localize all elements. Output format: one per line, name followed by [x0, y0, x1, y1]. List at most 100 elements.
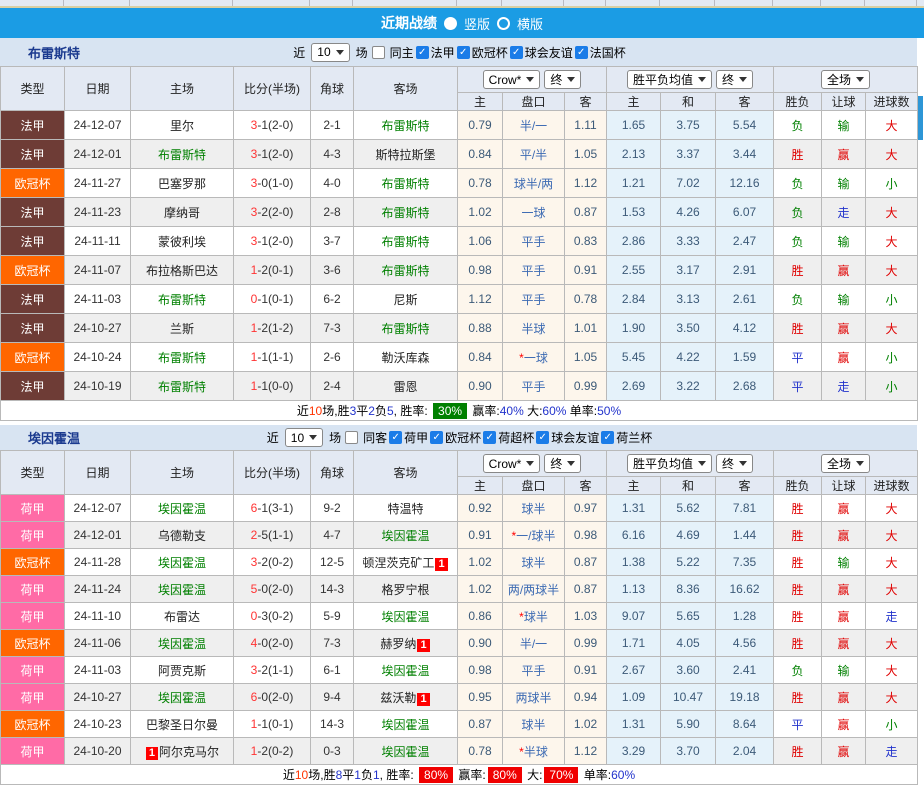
competition-checkbox[interactable]: ✓ — [389, 431, 403, 444]
wdl-result: 胜 — [773, 494, 823, 522]
home-team-cell[interactable]: 埃因霍温 — [130, 548, 234, 576]
home-team-cell[interactable]: 布雷达 — [130, 602, 234, 630]
match-count-select[interactable]: 10 — [284, 428, 324, 447]
home-team-cell[interactable]: 埃因霍温 — [130, 575, 234, 603]
avg-home-odds: 6.16 — [606, 521, 661, 549]
rest-score: -2(2-0) — [257, 205, 294, 219]
scope-select[interactable]: 全场 — [821, 70, 871, 89]
away-team-cell[interactable]: 布雷斯特 — [353, 255, 458, 285]
away-team-cell[interactable]: 斯特拉斯堡 — [353, 139, 458, 169]
away-team-cell[interactable]: 尼斯 — [353, 284, 458, 314]
home-team-cell[interactable]: 布雷斯特 — [130, 139, 234, 169]
scrollbar-thumb[interactable] — [918, 96, 923, 140]
odds-source-select[interactable]: Crow* — [482, 70, 541, 90]
away-team-cell[interactable]: 勒沃库森 — [353, 342, 458, 372]
home-team-cell[interactable]: 里尔 — [130, 110, 234, 140]
competition-label[interactable]: 法甲 — [431, 44, 455, 61]
away-team-cell[interactable]: 雷恩 — [353, 371, 458, 401]
summary-part: 负 — [374, 404, 387, 418]
competition-label[interactable]: 荷超杯 — [498, 429, 534, 446]
competition-checkbox[interactable]: ✓ — [483, 431, 497, 444]
match-count-select[interactable]: 10 — [311, 42, 350, 62]
away-team-name: 布雷斯特 — [381, 205, 430, 220]
same-venue-label[interactable]: 同客 — [363, 429, 387, 446]
handicap-result: 走 — [821, 197, 867, 227]
competition-checkbox[interactable]: ✓ — [601, 431, 615, 444]
competition-checkbox[interactable]: ✓ — [415, 45, 429, 59]
home-team-cell[interactable]: 摩纳哥 — [130, 197, 234, 227]
competition-checkbox[interactable]: ✓ — [536, 431, 550, 444]
competition-label[interactable]: 欧冠杯 — [445, 429, 481, 446]
same-venue-label[interactable]: 同主 — [390, 44, 414, 61]
home-team-cell[interactable]: 阿贾克斯 — [130, 656, 234, 684]
league-badge: 法甲 — [0, 313, 65, 343]
home-team-cell[interactable]: 巴塞罗那 — [130, 168, 234, 198]
odds-final-select[interactable]: 终 — [544, 453, 582, 473]
match-row: 法甲 24-10-27 兰斯 1-2(1-2) 7-3 布雷斯特 0.88 半球 1.01 1.9… — [0, 313, 919, 343]
home-team-cell[interactable]: 埃因霍温 — [130, 494, 234, 522]
same-venue-checkbox[interactable] — [371, 45, 385, 59]
competition-checkbox[interactable]: ✓ — [430, 431, 444, 444]
away-team-name: 布雷斯特 — [381, 176, 430, 191]
same-venue-checkbox[interactable] — [345, 431, 359, 444]
competition-label[interactable]: 球会友谊 — [525, 44, 573, 61]
home-team-cell[interactable]: 布雷斯特 — [130, 284, 234, 314]
away-team-cell[interactable]: 布雷斯特 — [353, 226, 458, 256]
away-team-cell[interactable]: 赫罗纳 1 — [353, 629, 458, 657]
competition-checkbox[interactable]: ✓ — [509, 45, 523, 59]
odds-final-select[interactable]: 终 — [544, 69, 582, 89]
competition-label[interactable]: 法国杯 — [590, 44, 626, 61]
avg-final-select[interactable]: 终 — [716, 70, 754, 89]
home-team-cell[interactable]: 埃因霍温 — [130, 629, 234, 657]
wdl-result: 胜 — [773, 255, 823, 285]
away-team-cell[interactable]: 埃因霍温 — [353, 737, 458, 765]
odds-source-select[interactable]: Crow* — [482, 454, 541, 474]
avg-final-select[interactable]: 终 — [716, 454, 754, 473]
home-team-cell[interactable]: 蒙彼利埃 — [130, 226, 234, 256]
home-team-cell[interactable]: 埃因霍温 — [130, 683, 234, 711]
team-name: 埃因霍温 — [28, 431, 81, 446]
avg-odds-select[interactable]: 胜平负均值 — [626, 454, 712, 473]
league-badge: 欧冠杯 — [0, 168, 65, 198]
layout-radio-vertical-label[interactable]: 竖版 — [464, 14, 490, 33]
summary-part: 单率: — [566, 404, 598, 418]
home-team-cell[interactable]: 1 阿尔克马尔 — [130, 737, 234, 765]
scope-select[interactable]: 全场 — [821, 454, 871, 473]
chevron-down-icon — [698, 461, 706, 466]
away-team-cell[interactable]: 顿涅茨克矿工 1 — [353, 548, 458, 576]
match-row: 荷甲 24-11-24 埃因霍温 5-0(2-0) 14-3 格罗宁根 1.02 两/两球半 0… — [0, 575, 919, 603]
handicap-text: 球半 — [521, 501, 546, 516]
away-team-cell[interactable]: 兹沃勒 1 — [353, 683, 458, 711]
away-team-cell[interactable]: 布雷斯特 — [353, 313, 458, 343]
competition-label[interactable]: 球会友谊 — [551, 429, 599, 446]
home-team-cell[interactable]: 巴黎圣日尔曼 — [130, 710, 234, 738]
home-team-cell[interactable]: 布雷斯特 — [130, 371, 234, 401]
summary-part: 5 — [386, 404, 394, 418]
home-team-cell[interactable]: 乌德勒支 — [130, 521, 234, 549]
away-team-cell[interactable]: 埃因霍温 — [353, 710, 458, 738]
layout-radio-horizontal[interactable] — [497, 16, 510, 30]
summary-part: 2 — [368, 404, 375, 418]
away-team-cell[interactable]: 布雷斯特 — [353, 197, 458, 227]
home-team-cell[interactable]: 布雷斯特 — [130, 342, 234, 372]
home-team-cell[interactable]: 布拉格斯巴达 — [130, 255, 234, 285]
away-team-cell[interactable]: 埃因霍温 — [353, 521, 458, 549]
away-team-cell[interactable]: 格罗宁根 — [353, 575, 458, 603]
layout-radio-horizontal-label[interactable]: 横版 — [517, 14, 543, 33]
results-table: 类型 日期 主场 比分(半场) 角球 客场 Crow* 终胜平负均值终全场主盘口客主和客胜负让… — [0, 450, 919, 785]
away-team-cell[interactable]: 埃因霍温 — [353, 602, 458, 630]
home-team-name: 布雷斯特 — [157, 292, 206, 307]
competition-checkbox[interactable]: ✓ — [574, 45, 588, 59]
competition-label[interactable]: 荷甲 — [404, 429, 428, 446]
avg-odds-select[interactable]: 胜平负均值 — [626, 70, 712, 89]
away-team-cell[interactable]: 埃因霍温 — [353, 656, 458, 684]
away-team-cell[interactable]: 特温特 — [353, 494, 458, 522]
away-team-cell[interactable]: 布雷斯特 — [353, 168, 458, 198]
competition-label[interactable]: 欧冠杯 — [472, 44, 508, 61]
competition-checkbox[interactable]: ✓ — [456, 45, 470, 59]
chevron-down-icon — [309, 435, 318, 440]
home-team-cell[interactable]: 兰斯 — [130, 313, 234, 343]
layout-radio-vertical[interactable] — [443, 16, 457, 30]
competition-label[interactable]: 荷兰杯 — [616, 429, 652, 446]
away-team-cell[interactable]: 布雷斯特 — [353, 110, 458, 140]
